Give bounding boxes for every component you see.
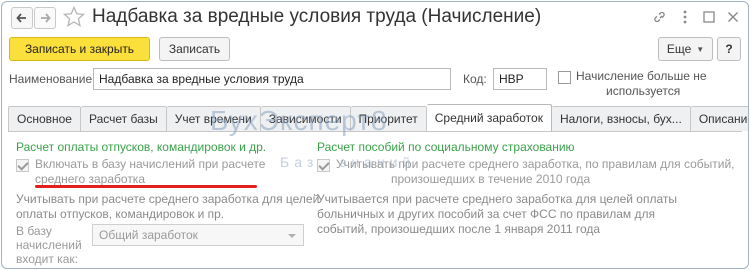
tab-priority[interactable]: Приоритет	[350, 106, 427, 131]
arrow-left-icon	[16, 13, 26, 23]
base-type-select[interactable]: Общий заработок	[92, 224, 304, 246]
consider-label-line2: произошедших в течение 2010 года	[391, 172, 591, 186]
highlight-underline	[35, 185, 257, 188]
save-and-close-button[interactable]: Записать и закрыть	[9, 37, 150, 61]
tab-taxes[interactable]: Налоги, взносы, бух...	[551, 106, 691, 131]
base-type-label: В базу начислений входит как:	[16, 224, 82, 266]
favorite-star-icon[interactable]	[62, 5, 86, 29]
tab-base-calc[interactable]: Расчет базы	[80, 106, 167, 131]
not-used-checkbox-label: Начисление больше не используется	[576, 69, 707, 99]
vacation-hint-text: Учитывать при расчете среднего заработка…	[16, 192, 319, 222]
tab-average-earnings[interactable]: Средний заработок	[426, 104, 552, 131]
not-used-label-line1: Начисление больше не	[576, 69, 707, 83]
tab-main[interactable]: Основное	[8, 106, 81, 131]
base-type-select-value: Общий заработок	[99, 228, 198, 242]
select-arrow-icon	[288, 234, 296, 238]
tab-dependencies[interactable]: Зависимости	[260, 106, 351, 131]
include-in-base-label: Включать в базу начислений при расчете с…	[35, 157, 265, 187]
social-insurance-group-title: Расчет пособий по социальному страховани…	[317, 140, 575, 154]
name-field[interactable]: Надбавка за вредные условия труда	[93, 68, 451, 90]
more-options-icon[interactable]	[676, 8, 694, 26]
back-button[interactable]	[11, 7, 33, 29]
document-window: Надбавка за вредные условия труда (Начис…	[1, 1, 749, 269]
include-label-line1: Включать в базу начислений при расчете	[35, 157, 266, 171]
vacation-hint-line2: оплаты отпусков, командировок и пр.	[16, 207, 225, 221]
forward-button[interactable]	[34, 7, 56, 29]
vacation-hint-line1: Учитывать при расчете среднего заработка…	[16, 192, 320, 206]
window-controls	[652, 8, 742, 26]
save-button[interactable]: Записать	[159, 37, 230, 61]
social-insurance-hint-text: Учитывается при расчете среднего заработ…	[317, 192, 677, 237]
not-used-label-line2: используется	[606, 84, 681, 98]
social-hint-line3: событий, произошедших после 1 января 201…	[317, 222, 601, 236]
base-label-line2: начислений	[16, 238, 82, 252]
tab-time-accounting[interactable]: Учет времени	[166, 106, 261, 131]
include-in-base-checkbox[interactable]	[16, 159, 29, 172]
close-icon[interactable]	[724, 8, 742, 26]
name-label: Наименование:	[9, 72, 96, 86]
window-title: Надбавка за вредные условия труда (Начис…	[92, 6, 542, 27]
tab-description[interactable]: Описание	[690, 106, 748, 131]
more-button[interactable]: Еще ▼	[658, 37, 713, 61]
dropdown-arrow-icon: ▼	[696, 44, 705, 54]
vacation-calc-group-title: Расчет оплаты отпусков, командировок и д…	[16, 140, 267, 154]
social-hint-line1: Учитывается при расчете среднего заработ…	[317, 192, 677, 206]
help-button[interactable]: ?	[717, 37, 741, 61]
base-label-line3: входит как:	[16, 252, 78, 266]
consider-label-line1: Учитывать при расчете среднего заработка…	[336, 157, 735, 171]
code-label: Код:	[463, 72, 487, 86]
not-used-checkbox[interactable]	[558, 71, 571, 84]
code-field[interactable]: НВР	[493, 68, 547, 90]
social-hint-line2: больничных и других пособий за счет ФСС …	[317, 207, 656, 221]
tab-divider	[8, 131, 742, 132]
base-label-line1: В базу	[16, 224, 52, 238]
consider-2010-rules-label: Учитывать при расчете среднего заработка…	[336, 157, 734, 187]
maximize-icon[interactable]	[700, 8, 718, 26]
link-icon[interactable]	[652, 8, 670, 26]
arrow-right-icon	[41, 13, 51, 23]
more-button-label: Еще	[666, 42, 692, 56]
consider-2010-rules-checkbox[interactable]	[317, 159, 330, 172]
tab-bar: Основное Расчет базы Учет времени Зависи…	[8, 104, 748, 131]
